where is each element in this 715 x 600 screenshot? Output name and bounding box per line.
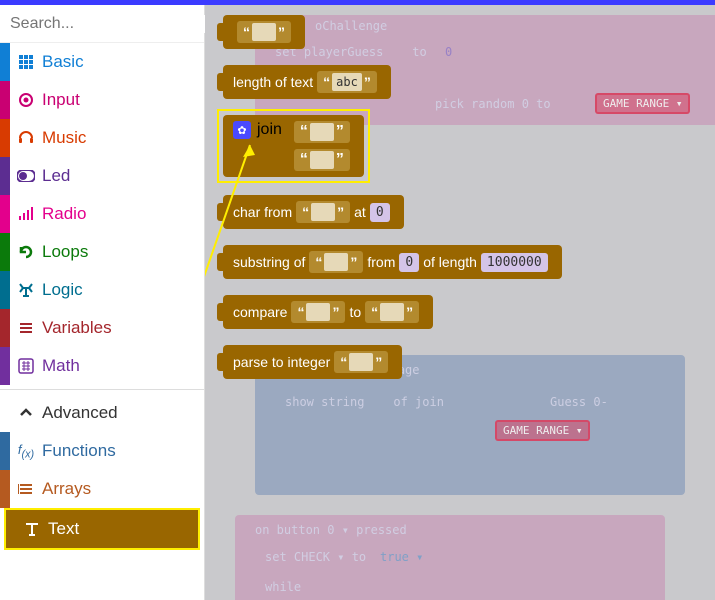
category-loops[interactable]: Loops	[0, 233, 204, 271]
string-input[interactable]	[306, 303, 330, 321]
block-substring[interactable]: substring of “ ” from 0 of length 100000…	[223, 245, 562, 279]
string-input[interactable]	[311, 203, 335, 221]
quote-close-icon: ”	[335, 204, 346, 220]
gear-icon[interactable]: ✿	[233, 121, 251, 139]
category-label: Music	[42, 128, 86, 148]
block-char-from[interactable]: char from “ ” at 0	[223, 195, 404, 229]
block-label: at	[354, 204, 366, 220]
category-divider	[0, 389, 204, 390]
quote-open-icon: “	[295, 304, 306, 320]
category-basic[interactable]: Basic	[0, 43, 204, 81]
block-label: parse to integer	[233, 354, 330, 370]
category-label: Input	[42, 90, 80, 110]
text-flyout: “ ” length of text “abc” ✿ join “ ” “ ”	[205, 5, 710, 600]
category-text[interactable]: Text	[6, 510, 198, 548]
block-label: from	[367, 254, 395, 270]
category-label: Logic	[42, 280, 83, 300]
search-row	[0, 5, 204, 43]
category-arrays[interactable]: Arrays	[0, 470, 204, 508]
category-radio[interactable]: Radio	[0, 195, 204, 233]
quote-open-icon: “	[298, 123, 310, 141]
category-label: Radio	[42, 204, 86, 224]
category-led[interactable]: Led	[0, 157, 204, 195]
block-label: compare	[233, 304, 287, 320]
category-label: Advanced	[42, 403, 118, 423]
category-list: Basic Input Music Led Radio Loops Logic …	[0, 43, 204, 600]
quote-close-icon: ”	[276, 24, 287, 40]
quote-close-icon: ”	[348, 254, 359, 270]
quote-open-icon: “	[300, 204, 311, 220]
quote-close-icon: ”	[404, 304, 415, 320]
number-input[interactable]: 0	[399, 253, 419, 272]
workspace[interactable]: oChallenge set playerGuess to 0 pick ran…	[205, 5, 715, 600]
category-label: Arrays	[42, 479, 91, 499]
string-input[interactable]	[252, 23, 276, 41]
string-input[interactable]: abc	[332, 73, 362, 91]
search-input[interactable]	[10, 15, 217, 33]
category-advanced[interactable]: Advanced	[0, 394, 204, 432]
string-input[interactable]	[380, 303, 404, 321]
quote-open-icon: “	[321, 74, 332, 90]
category-input[interactable]: Input	[0, 81, 204, 119]
category-functions[interactable]: f(x)Functions	[0, 432, 204, 470]
category-label: Basic	[42, 52, 84, 72]
sidebar: Basic Input Music Led Radio Loops Logic …	[0, 5, 205, 600]
block-label: substring of	[233, 254, 305, 270]
quote-close-icon: ”	[373, 354, 384, 370]
quote-close-icon: ”	[334, 123, 346, 141]
quote-close-icon: ”	[330, 304, 341, 320]
category-label: Led	[42, 166, 70, 186]
quote-open-icon: “	[338, 354, 349, 370]
block-label: length of text	[233, 74, 313, 90]
category-math[interactable]: Math	[0, 347, 204, 385]
category-label: Variables	[42, 318, 112, 338]
block-join[interactable]: ✿ join “ ” “ ”	[223, 115, 364, 177]
quote-open-icon: “	[369, 304, 380, 320]
block-compare[interactable]: compare “ ” to “ ”	[223, 295, 433, 329]
category-logic[interactable]: Logic	[0, 271, 204, 309]
category-label: Functions	[42, 441, 116, 461]
number-input[interactable]: 1000000	[481, 253, 548, 272]
block-label: join	[257, 121, 282, 139]
number-input[interactable]: 0	[370, 203, 390, 222]
string-input[interactable]	[310, 123, 334, 141]
string-input[interactable]	[310, 151, 334, 169]
quote-close-icon: ”	[362, 74, 373, 90]
category-variables[interactable]: Variables	[0, 309, 204, 347]
block-label: char from	[233, 204, 292, 220]
block-length-of-text[interactable]: length of text “abc”	[223, 65, 391, 99]
block-string-literal[interactable]: “ ”	[223, 15, 305, 49]
quote-open-icon: “	[313, 254, 324, 270]
category-label: Text	[48, 519, 79, 539]
string-input[interactable]	[349, 353, 373, 371]
quote-close-icon: ”	[334, 151, 346, 169]
block-label: to	[349, 304, 361, 320]
quote-open-icon: “	[298, 151, 310, 169]
block-label: of length	[423, 254, 477, 270]
category-music[interactable]: Music	[0, 119, 204, 157]
category-label: Loops	[42, 242, 88, 262]
quote-open-icon: “	[241, 24, 252, 40]
block-parse-int[interactable]: parse to integer “ ”	[223, 345, 402, 379]
category-label: Math	[42, 356, 80, 376]
string-input[interactable]	[324, 253, 348, 271]
